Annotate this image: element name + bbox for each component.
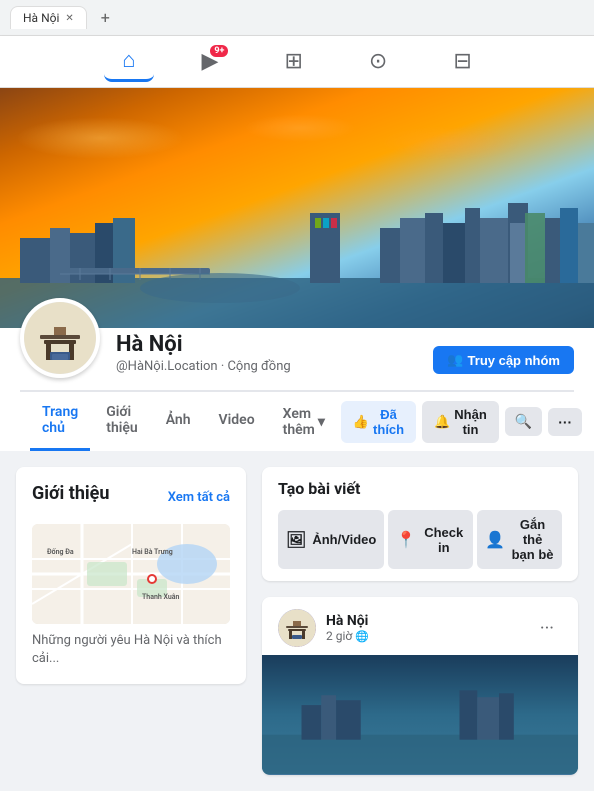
nav-video-button[interactable]: ▶ 9+ — [184, 43, 237, 80]
profile-tabs: Trang chủ Giới thiệu Ảnh Video Xem thêm … — [20, 391, 574, 451]
post-image-svg — [262, 655, 578, 775]
photo-icon: 🖼 — [286, 530, 306, 550]
browser-tab[interactable]: Hà Nội ✕ — [10, 6, 87, 29]
nav-menu-button[interactable]: ⊟ — [435, 43, 489, 80]
profile-header: Hà Nội @HàNội.Location · Cộng đồng 👥 Tru… — [20, 328, 574, 391]
chevron-down-icon: ▾ — [318, 414, 325, 430]
intro-card-header: Giới thiệu Xem tất cả — [32, 483, 230, 512]
main-content: Giới thiệu Xem tất cả — [0, 451, 594, 791]
cover-photo — [0, 88, 594, 328]
post-author-name: Hà Nội — [326, 613, 522, 629]
search-tab-button[interactable]: 🔍 — [505, 407, 542, 436]
profile-name: Hà Nội — [116, 332, 417, 357]
tab-more-button[interactable]: Xem thêm ▾ — [271, 396, 337, 448]
liked-icon: 👍 — [353, 414, 369, 430]
post-more-button[interactable]: ··· — [532, 614, 562, 643]
tab-home[interactable]: Trang chủ — [30, 392, 90, 451]
join-icon: 👥 — [447, 352, 463, 368]
facebook-navbar: ⌂ ▶ 9+ ⊞ ⊙ ⊟ — [0, 36, 594, 88]
create-post-card: Tạo bài viết 🖼 Ảnh/Video 📍 Check in 👤 Gắ… — [262, 467, 578, 581]
tag-friends-button[interactable]: 👤 Gắn thẻ bạn bè — [477, 510, 562, 569]
notification-badge: 9+ — [210, 45, 228, 57]
profile-subtitle: @HàNội.Location · Cộng đồng — [116, 359, 417, 374]
post-header: Hà Nội 2 giờ 🌐 ··· — [262, 597, 578, 655]
liked-button[interactable]: 👍 Đã thích — [341, 401, 416, 443]
location-pin-icon: 📍 — [396, 530, 416, 550]
left-column: Giới thiệu Xem tất cả — [16, 467, 246, 775]
map-container: Đống Đa Hai Bà Trưng Thanh Xuân — [32, 524, 230, 624]
post-item: Hà Nội 2 giờ 🌐 ··· — [262, 597, 578, 775]
tab-videos[interactable]: Video — [207, 400, 267, 443]
ellipsis-icon: ··· — [558, 414, 572, 430]
svg-text:Đống Đa: Đống Đa — [47, 548, 74, 556]
create-post-title: Tạo bài viết — [278, 479, 562, 498]
see-all-link[interactable]: Xem tất cả — [168, 490, 230, 505]
search-icon: 🔍 — [515, 413, 532, 429]
tab-title: Hà Nội — [23, 11, 59, 25]
bell-icon: 🔔 — [434, 414, 450, 430]
right-column: Tạo bài viết 🖼 Ảnh/Video 📍 Check in 👤 Gắ… — [262, 467, 578, 775]
nav-home-button[interactable]: ⌂ — [104, 41, 153, 82]
store-icon: ⊞ — [284, 49, 302, 74]
tab-about[interactable]: Giới thiệu — [94, 392, 150, 451]
intro-card: Giới thiệu Xem tất cả — [16, 467, 246, 684]
following-button[interactable]: 🔔 Nhận tin — [422, 401, 499, 443]
close-tab-button[interactable]: ✕ — [65, 13, 73, 24]
nav-groups-button[interactable]: ⊙ — [351, 43, 405, 80]
about-description: Những người yêu Hà Nội và thích cải... — [32, 632, 230, 668]
check-in-button[interactable]: 📍 Check in — [388, 510, 473, 569]
profile-actions: 👥 Truy cập nhóm — [433, 346, 574, 378]
people-icon: ⊙ — [369, 49, 387, 74]
tab-photos[interactable]: Ảnh — [154, 400, 203, 443]
map-svg: Đống Đa Hai Bà Trưng Thanh Xuân — [32, 524, 230, 624]
post-image — [262, 655, 578, 775]
post-time: 2 giờ 🌐 — [326, 629, 522, 643]
avatar-image — [24, 302, 96, 374]
join-group-button[interactable]: 👥 Truy cập nhóm — [433, 346, 574, 374]
tab-action-buttons: 👍 Đã thích 🔔 Nhận tin 🔍 ··· — [341, 401, 582, 443]
post-meta: Hà Nội 2 giờ 🌐 — [326, 613, 522, 643]
new-tab-button[interactable]: + — [95, 6, 116, 29]
tag-icon: 👤 — [485, 530, 505, 550]
city-skyline — [0, 168, 594, 328]
more-tab-button[interactable]: ··· — [548, 408, 582, 436]
post-avatar-image — [278, 609, 316, 647]
home-icon: ⌂ — [122, 48, 135, 73]
browser-chrome: Hà Nội ✕ + — [0, 0, 594, 36]
profile-section: Hà Nội @HàNội.Location · Cộng đồng 👥 Tru… — [0, 328, 594, 451]
svg-text:Thanh Xuân: Thanh Xuân — [142, 593, 180, 601]
avatar — [20, 298, 100, 378]
menu-icon: ⊟ — [453, 49, 471, 74]
nav-marketplace-button[interactable]: ⊞ — [266, 43, 320, 80]
svg-text:Hai Bà Trưng: Hai Bà Trưng — [132, 548, 173, 556]
profile-info: Hà Nội @HàNội.Location · Cộng đồng — [116, 332, 417, 378]
create-post-actions: 🖼 Ảnh/Video 📍 Check in 👤 Gắn thẻ bạn bè — [278, 510, 562, 569]
globe-icon: 🌐 — [355, 630, 369, 643]
intro-title: Giới thiệu — [32, 483, 109, 504]
post-author-avatar — [278, 609, 316, 647]
photo-video-button[interactable]: 🖼 Ảnh/Video — [278, 510, 384, 569]
